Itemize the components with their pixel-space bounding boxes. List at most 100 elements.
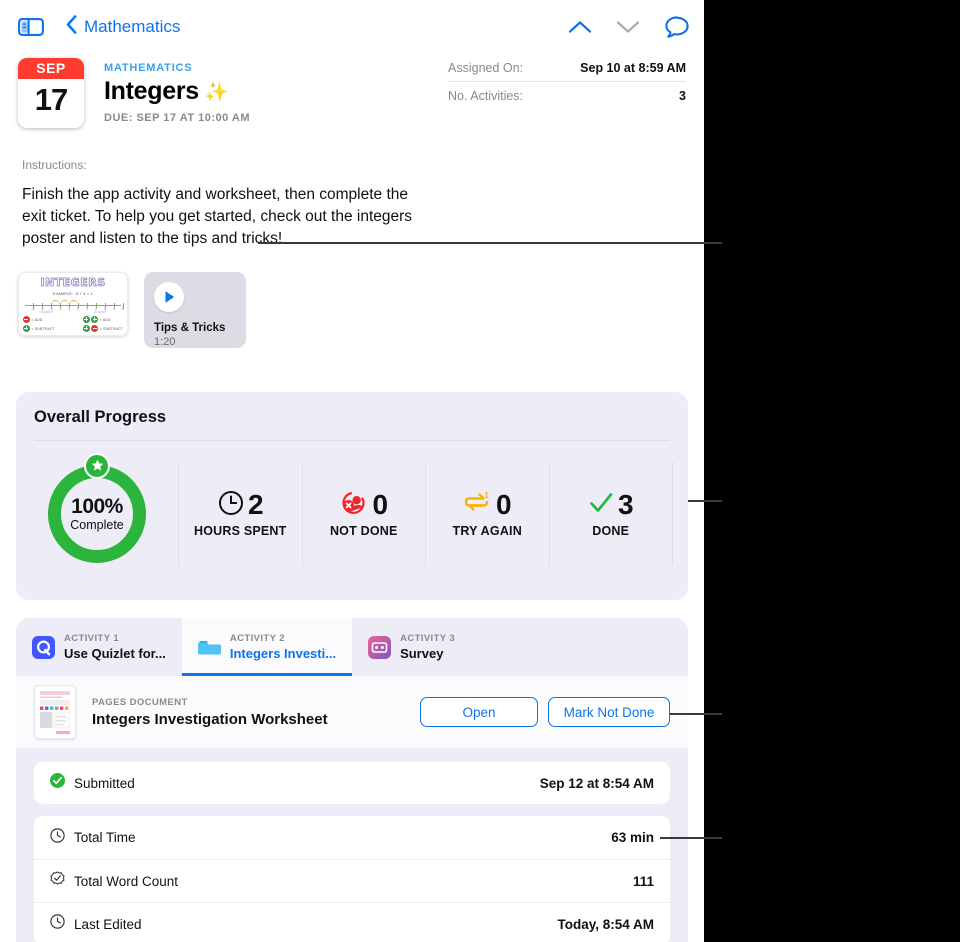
number-line-label: 2: [95, 307, 97, 311]
pages-document-thumbnail[interactable]: [34, 685, 76, 739]
attachment-list: INTEGERS EXAMPLE: -5 + 4 = 1 -5 -4 -3 -2…: [18, 272, 704, 348]
stat-label: NOT DONE: [329, 524, 398, 538]
detail-value: Today, 8:54 AM: [557, 916, 654, 932]
chevron-down-icon[interactable]: [616, 20, 640, 34]
navigation-bar: Mathematics: [0, 0, 704, 54]
activity-document-meta: PAGES DOCUMENT Integers Investigation Wo…: [92, 697, 420, 728]
video-title: Tips & Tricks: [154, 322, 226, 334]
stat-label: HOURS SPENT: [194, 524, 287, 538]
poster-legend: = ADD = SUBTRACT = ADD = SUBTRACT: [19, 315, 127, 332]
meta-row: Assigned On: Sep 10 at 8:59 AM: [448, 58, 686, 81]
tab-text: ACTIVITY 1 Use Quizlet for...: [64, 633, 166, 661]
calendar-date-badge: SEP 17: [18, 58, 84, 128]
donut-sublabel: Complete: [70, 518, 124, 532]
stat-label: DONE: [592, 524, 630, 538]
open-button[interactable]: Open: [420, 697, 538, 727]
number-line-label: 3: [104, 307, 106, 311]
overall-progress-body: 100% Complete 2 HOURS SPENT 0 NOT DONE 1…: [16, 441, 688, 586]
poster-legend-text: = SUBTRACT: [31, 326, 55, 331]
tab-label: Survey: [400, 646, 444, 661]
tab-kicker: ACTIVITY 2: [229, 633, 285, 644]
star-icon: [84, 452, 110, 479]
document-title: Integers Investigation Worksheet: [92, 710, 328, 728]
meta-value: Sep 10 at 8:59 AM: [580, 61, 686, 75]
svg-text:1: 1: [484, 490, 489, 499]
page-title: Integers ✨: [104, 77, 250, 106]
progress-stats: 2 HOURS SPENT 0 NOT DONE 1 0 TRY AGAIN 3…: [178, 461, 688, 566]
progress-donut-chart: 100% Complete: [16, 452, 178, 566]
poster-legend-item: = ADD: [82, 316, 123, 323]
tab-activity-1[interactable]: ACTIVITY 1 Use Quizlet for...: [16, 618, 182, 676]
poster-legend-text: = SUBTRACT: [99, 326, 123, 331]
poster-number-line: -5 -4 -3 -2 -1 0 1 2 3 4 5: [25, 300, 124, 311]
poster-legend-column: = ADD = SUBTRACT: [82, 316, 123, 332]
detail-label: Last Edited: [74, 916, 142, 932]
play-icon[interactable]: [154, 282, 184, 312]
stat-value: 3: [617, 489, 634, 520]
callout-progress: [688, 500, 722, 502]
calendar-month: SEP: [18, 58, 84, 79]
due-date-label: DUE: SEP 17 AT 10:00 AM: [104, 112, 250, 124]
sidebar-toggle-icon[interactable]: [18, 17, 44, 37]
attachment-integers-poster[interactable]: INTEGERS EXAMPLE: -5 + 4 = 1 -5 -4 -3 -2…: [18, 272, 128, 336]
poster-title: INTEGERS: [40, 276, 106, 290]
callout-attachments: [258, 242, 722, 244]
stat-top: 3: [589, 489, 634, 521]
poster-legend-text: = ADD: [99, 317, 111, 322]
stats-right-divider: [672, 461, 688, 566]
minus-chip-icon: [91, 325, 99, 332]
number-line-label: 4: [113, 307, 115, 311]
overall-progress-panel: Overall Progress 100% Complete 2 HOURS S…: [16, 392, 688, 600]
detail-row-total-word-count: Total Word Count 111: [34, 859, 670, 902]
stat-top: 2: [218, 489, 264, 521]
poster-legend-column: = ADD = SUBTRACT: [23, 316, 55, 332]
detail-left: Last Edited: [50, 914, 557, 934]
meta-row: No. Activities: 3: [448, 81, 686, 109]
comment-bubble-icon[interactable]: [664, 15, 690, 39]
assignment-header: SEP 17 MATHEMATICS Integers ✨ DUE: SEP 1…: [0, 54, 704, 128]
back-button[interactable]: Mathematics: [66, 15, 180, 39]
tab-kicker: ACTIVITY 1: [64, 633, 120, 644]
chevron-up-icon[interactable]: [568, 20, 592, 34]
number-line-label: 1: [86, 307, 88, 311]
clock-icon: [50, 827, 65, 848]
tab-kicker: ACTIVITY 3: [400, 633, 456, 644]
attachment-tips-and-tricks-video[interactable]: Tips & Tricks 1:20: [144, 272, 246, 348]
tab-activity-3[interactable]: ACTIVITY 3 Survey: [352, 618, 471, 676]
stat-top: 1 0: [464, 489, 512, 521]
detail-label: Total Time: [74, 830, 136, 845]
back-button-label: Mathematics: [84, 17, 181, 36]
stat-label: TRY AGAIN: [452, 524, 522, 538]
clock-icon: [50, 914, 65, 934]
overall-progress-title: Overall Progress: [34, 408, 167, 426]
tab-activity-2[interactable]: ACTIVITY 2 Integers Investi...: [181, 618, 353, 676]
tab-text: ACTIVITY 3 Survey: [400, 633, 455, 661]
stat-value: 0: [495, 489, 512, 520]
mark-not-done-button[interactable]: Mark Not Done: [548, 697, 670, 727]
detail-left: Total Time: [50, 827, 611, 848]
plus-chip-icon: [82, 325, 90, 332]
number-line-label: -5: [31, 307, 35, 311]
activity-document-row: PAGES DOCUMENT Integers Investigation Wo…: [16, 676, 688, 748]
submitted-status-card: Submitted Sep 12 at 8:54 AM: [34, 762, 670, 804]
plus-chip-icon: [82, 316, 90, 323]
assignment-meta-table: Assigned On: Sep 10 at 8:59 AM No. Activ…: [448, 58, 686, 109]
survey-app-icon: [368, 635, 392, 659]
ipad-content-area: Mathematics SEP 17 MATHEMATICS Integers …: [0, 0, 704, 942]
number-line-label: -3: [49, 307, 53, 311]
number-line-label: -4: [40, 307, 44, 311]
plus-chip-icon: [91, 316, 99, 323]
number-line-axis: [25, 305, 121, 306]
screenshot-root: Mathematics SEP 17 MATHEMATICS Integers …: [0, 0, 960, 942]
activity-details-card: Total Time 63 min Total Word Count 111 L…: [34, 816, 670, 942]
document-kicker: PAGES DOCUMENT: [92, 696, 188, 708]
meta-value: 3: [679, 89, 686, 103]
submitted-label: Submitted: [74, 775, 135, 791]
poster-legend-item: = SUBTRACT: [23, 325, 55, 332]
stat-done: 3 DONE: [548, 461, 673, 566]
checkmark-icon: [589, 491, 614, 520]
detail-row-total-time: Total Time 63 min: [34, 816, 670, 859]
chevron-left-icon: [66, 15, 77, 39]
poster-legend-item: = SUBTRACT: [82, 325, 123, 332]
stat-not-done: 0 NOT DONE: [301, 461, 426, 566]
